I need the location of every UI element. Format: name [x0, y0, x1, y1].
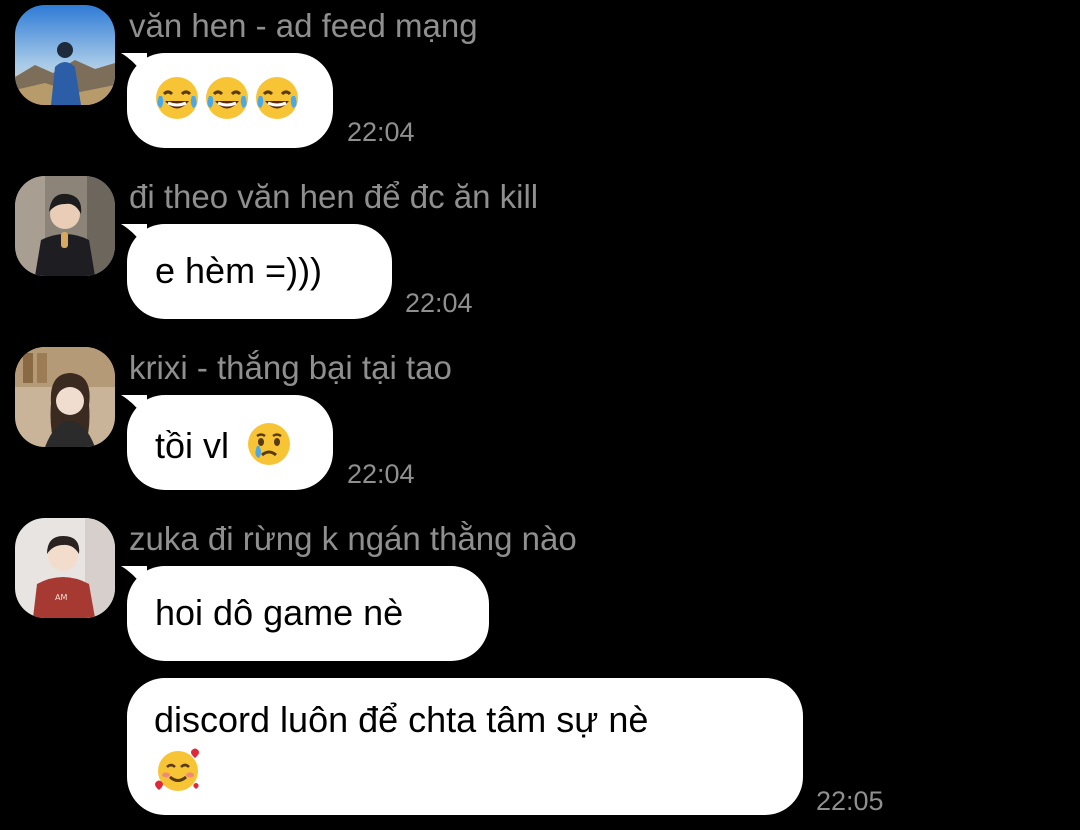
- svg-text:AM: AM: [55, 593, 67, 602]
- message-time: 22:04: [347, 459, 415, 489]
- sender-name: văn hen - ad feed mạng: [129, 7, 478, 44]
- message-bubble[interactable]: e hèm =))): [121, 224, 392, 319]
- smiling-face-with-hearts-icon: [154, 746, 202, 794]
- bubble-tail: [121, 395, 147, 421]
- face-with-tears-of-joy-icon: [203, 74, 251, 122]
- sender-name: đi theo văn hen để đc ăn kill: [129, 178, 539, 215]
- message-bubble[interactable]: hoi dô game nè: [121, 566, 489, 661]
- bubble-tail: [121, 566, 147, 592]
- message-bubble[interactable]: [121, 53, 333, 148]
- message-text: e hèm =))): [155, 250, 323, 291]
- message-time: 22:05: [816, 786, 884, 816]
- message-bubble[interactable]: tồi vl: [121, 395, 333, 490]
- message-time: 22:04: [347, 117, 415, 147]
- crying-face-icon: [245, 420, 293, 468]
- avatar[interactable]: [15, 5, 115, 105]
- avatar-photo-icon: AM: [15, 518, 115, 618]
- face-with-tears-of-joy-icon: [253, 74, 301, 122]
- bubble-tail: [121, 224, 147, 250]
- message-text: hoi dô game nè: [155, 592, 404, 633]
- avatar[interactable]: AM: [15, 518, 115, 618]
- sender-name: krixi - thắng bại tại tao: [129, 349, 452, 386]
- avatar-photo-icon: [15, 347, 115, 447]
- message-bubble[interactable]: discord luôn để chta tâm sự nè: [127, 678, 803, 815]
- bubble-tail: [121, 53, 147, 79]
- message-text: discord luôn để chta tâm sự nè: [154, 699, 649, 740]
- sender-name: zuka đi rừng k ngán thằng nào: [129, 520, 577, 557]
- avatar-photo-icon: [15, 176, 115, 276]
- avatar-photo-icon: [15, 5, 115, 105]
- avatar[interactable]: [15, 347, 115, 447]
- avatar[interactable]: [15, 176, 115, 276]
- message-time: 22:04: [405, 288, 473, 318]
- face-with-tears-of-joy-icon: [153, 74, 201, 122]
- message-text: tồi vl: [155, 425, 230, 466]
